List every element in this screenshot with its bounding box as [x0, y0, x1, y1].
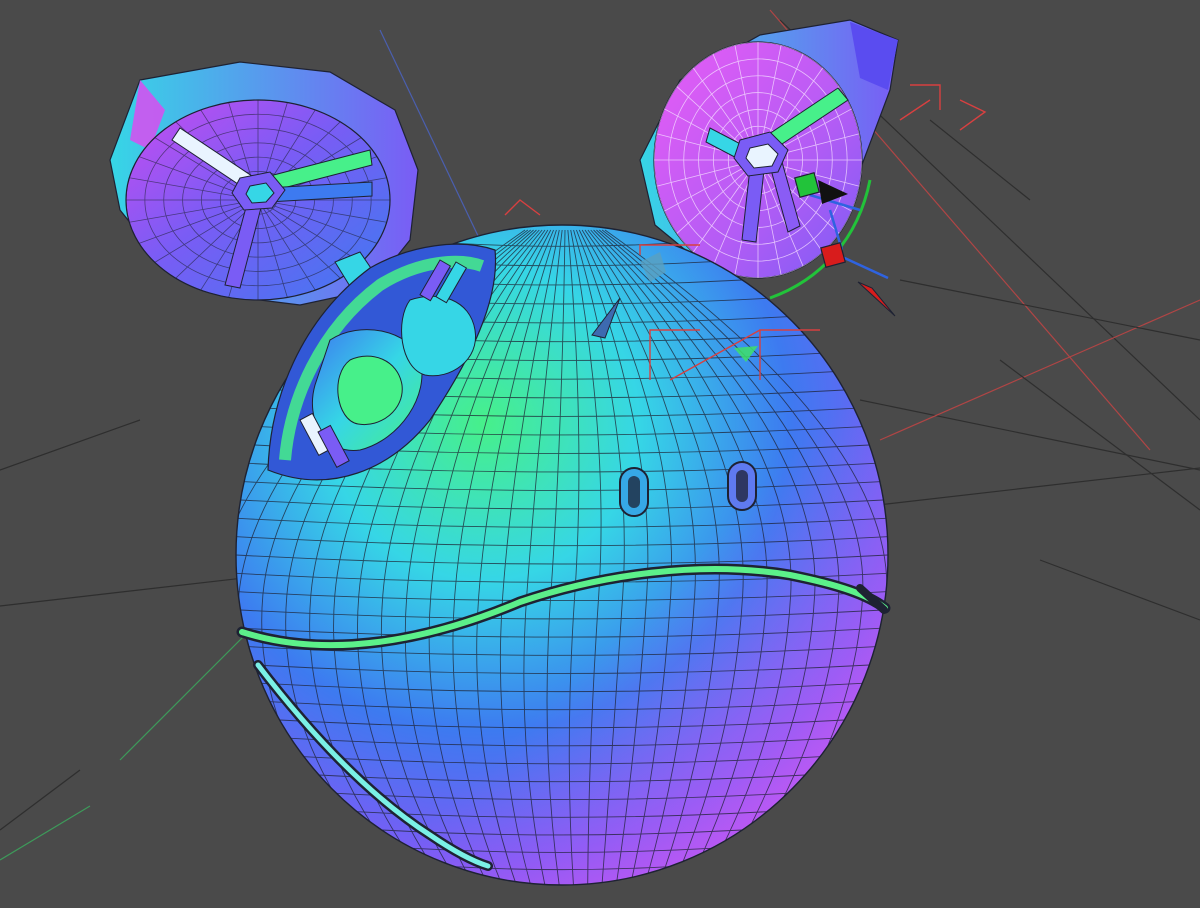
gizmo-x-handle[interactable]: [820, 242, 846, 268]
viewport-canvas[interactable]: [0, 0, 1200, 908]
3d-viewport[interactable]: [0, 0, 1200, 908]
gizmo-y-handle[interactable]: [794, 172, 820, 198]
